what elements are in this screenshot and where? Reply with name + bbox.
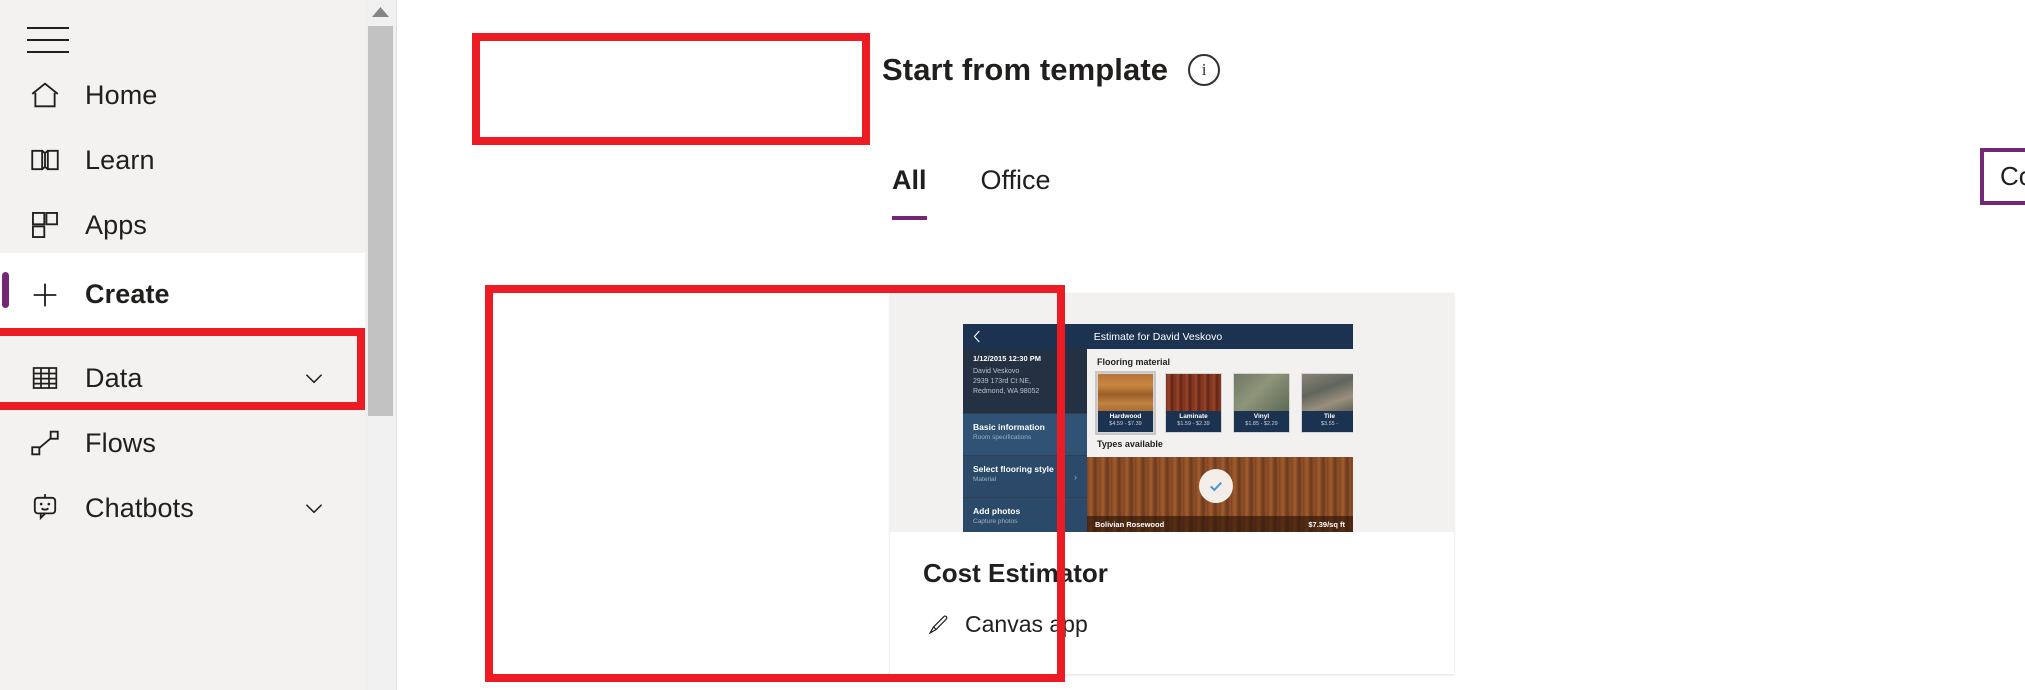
table-icon	[22, 355, 68, 401]
sidebar-item-label: Apps	[85, 209, 147, 240]
preview-section-select-flooring-style: Select flooring style Material ›	[963, 455, 1087, 497]
tab-office[interactable]: Office	[969, 165, 1063, 196]
main-content-area: Start from template i All Office Cost Es…	[397, 0, 2025, 690]
preview-left-panel: 1/12/2015 12:30 PM David Veskovo 2939 17…	[963, 349, 1087, 532]
template-card-cost-estimator[interactable]: Estimate for David Veskovo 1/12/2015 12:…	[890, 293, 1454, 674]
preview-heading-materials: Flooring material	[1097, 357, 1171, 367]
page-title: Start from template	[882, 52, 1169, 87]
sidebar-item-home[interactable]: Home	[0, 58, 365, 132]
preview-photo-material-name: Bolivian Rosewood	[1095, 519, 1165, 529]
tab-label: All	[892, 165, 927, 195]
book-icon	[22, 137, 68, 183]
template-search-box[interactable]	[1980, 148, 2025, 205]
preview-section-subtitle: Capture photos	[973, 518, 1018, 525]
preview-section-subtitle: Material	[973, 476, 997, 483]
sidebar-item-label: Create	[85, 279, 170, 309]
template-card-thumbnail: Estimate for David Veskovo 1/12/2015 12:…	[890, 293, 1454, 532]
tab-all[interactable]: All	[880, 165, 939, 220]
preview-address-line2: Redmond, WA 98052	[973, 388, 1040, 396]
preview-address-line1: 2939 173rd Ct NE,	[973, 378, 1031, 386]
preview-section-title: Select flooring style	[973, 464, 1054, 474]
sidebar-item-apps[interactable]: Apps	[0, 188, 365, 262]
left-navigation-sidebar: Home Learn Apps Create Data Flows Chatbo…	[0, 0, 365, 690]
preview-section-title: Add photos	[973, 506, 1021, 516]
tab-label: Office	[980, 165, 1051, 195]
sidebar-item-label: Learn	[85, 144, 155, 175]
sidebar-item-flows[interactable]: Flows	[0, 406, 365, 480]
chatbot-icon	[22, 485, 68, 531]
preview-photo-footer: Bolivian Rosewood $7.39/sq ft	[1087, 516, 1353, 532]
preview-material-swatch: Laminate $1.59 - $2.39	[1165, 373, 1222, 433]
sidebar-item-learn[interactable]: Learn	[0, 123, 365, 197]
sidebar-item-label: Data	[85, 362, 143, 393]
hamburger-bar	[27, 39, 69, 41]
app-preview-screenshot: Estimate for David Veskovo 1/12/2015 12:…	[963, 324, 1353, 532]
material-texture	[1166, 374, 1221, 411]
info-circle-icon[interactable]: i	[1188, 54, 1221, 86]
preview-app-header: Estimate for David Veskovo	[963, 324, 1353, 349]
preview-section-subtitle: Room specifications	[973, 434, 1032, 441]
template-card-body: Cost Estimator Canvas app	[890, 532, 1454, 674]
page-title-row: Start from template i	[882, 52, 1221, 88]
material-price: $3.55 -	[1320, 420, 1339, 427]
material-caption: Vinyl $1.85 - $2.29	[1234, 411, 1289, 432]
hamburger-bar	[27, 27, 69, 29]
sidebar-scrollbar-thumb[interactable]	[368, 26, 393, 416]
material-price: $1.59 - $2.39	[1177, 420, 1210, 427]
material-texture	[1302, 374, 1353, 411]
paintbrush-icon	[923, 613, 953, 637]
sidebar-item-create[interactable]: Create	[0, 253, 365, 336]
flow-icon	[22, 420, 68, 466]
preview-material-swatch: Tile $3.55 -	[1301, 373, 1353, 433]
preview-material-swatch: Hardwood $4.59 - $7.39	[1095, 371, 1156, 435]
material-price: $1.85 - $2.29	[1245, 420, 1278, 427]
material-price: $4.59 - $7.39	[1109, 420, 1142, 427]
material-caption: Hardwood $4.59 - $7.39	[1098, 411, 1153, 432]
sidebar-item-label: Flows	[85, 427, 157, 458]
sidebar-item-label: Chatbots	[85, 492, 194, 523]
material-name: Hardwood	[1109, 413, 1142, 420]
apps-grid-icon	[22, 202, 68, 248]
sidebar-item-label: Home	[85, 79, 158, 110]
plus-icon	[22, 272, 68, 318]
material-caption: Laminate $1.59 - $2.39	[1166, 411, 1221, 432]
preview-material-photo: Bolivian Rosewood $7.39/sq ft	[1087, 457, 1353, 532]
home-icon	[22, 72, 68, 118]
material-texture	[1098, 374, 1153, 411]
scroll-up-arrow-icon[interactable]	[370, 4, 391, 20]
hamburger-menu-icon[interactable]	[22, 18, 74, 62]
search-input[interactable]	[1984, 161, 2025, 192]
preview-heading-types: Types available	[1097, 439, 1163, 449]
preview-section-title: Basic information	[973, 422, 1045, 432]
sidebar-item-data[interactable]: Data	[0, 341, 365, 415]
chevron-right-icon: ›	[1074, 472, 1077, 482]
hamburger-bar	[27, 51, 69, 53]
selected-indicator-pill	[2, 272, 9, 308]
preview-section-add-photos: Add photos Capture photos	[963, 497, 1087, 532]
sidebar-item-chatbots[interactable]: Chatbots	[0, 471, 365, 545]
preview-customer-name: David Veskovo	[973, 368, 1020, 375]
material-texture	[1234, 374, 1289, 411]
material-caption: Tile $3.55 -	[1302, 411, 1353, 432]
material-name: Vinyl	[1253, 413, 1270, 420]
preview-datetime: 1/12/2015 12:30 PM	[973, 354, 1041, 363]
material-name: Tile	[1323, 413, 1336, 420]
check-circle-icon	[1199, 469, 1233, 503]
chevron-left-icon	[973, 330, 981, 343]
preview-photo-price: $7.39/sq ft	[1308, 519, 1345, 529]
preview-section-basic-information: Basic information Room specifications	[963, 413, 1087, 455]
template-card-subtitle-row: Canvas app	[923, 611, 1421, 638]
preview-app-title: Estimate for David Veskovo	[1093, 330, 1223, 343]
preview-material-swatch: Vinyl $1.85 - $2.29	[1233, 373, 1290, 433]
template-filter-tabs: All Office	[880, 165, 1093, 220]
template-card-title: Cost Estimator	[923, 558, 1108, 588]
material-name: Laminate	[1179, 413, 1208, 420]
chevron-down-icon[interactable]	[301, 495, 327, 521]
preview-customer-meta: 1/12/2015 12:30 PM David Veskovo 2939 17…	[973, 354, 1083, 397]
template-card-type-label: Canvas app	[965, 611, 1088, 637]
chevron-down-icon[interactable]	[301, 365, 327, 391]
